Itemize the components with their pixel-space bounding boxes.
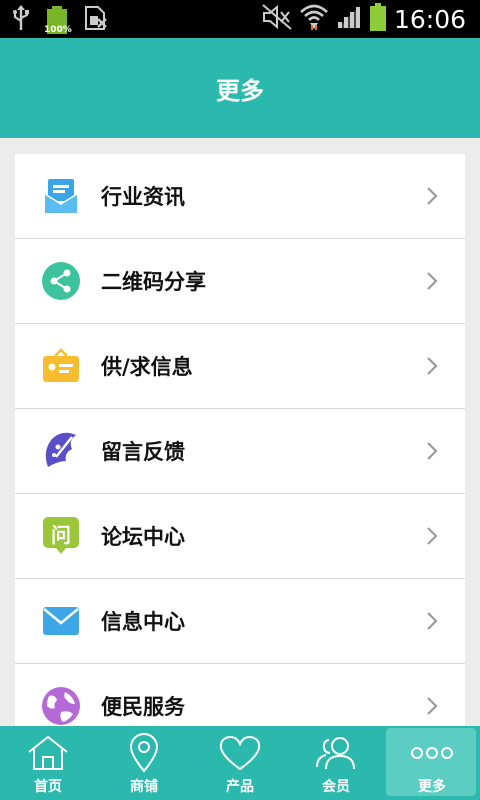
location-pin-icon bbox=[129, 732, 159, 774]
mail-icon bbox=[41, 601, 81, 641]
menu-item-label: 论坛中心 bbox=[101, 525, 185, 549]
bottom-tab-bar: 首页 商铺 产品 会员 更多 bbox=[0, 726, 480, 800]
menu-item-supply-demand[interactable]: 供/求信息 bbox=[15, 324, 465, 409]
menu-item-qr-share[interactable]: 二维码分享 bbox=[15, 239, 465, 324]
sim-card-icon bbox=[84, 5, 108, 35]
tab-members[interactable]: 会员 bbox=[288, 726, 384, 800]
chevron-right-icon bbox=[417, 691, 447, 721]
battery-full-icon: 100% bbox=[44, 6, 72, 35]
battery-percent: 100% bbox=[44, 25, 72, 35]
supply-demand-icon bbox=[41, 346, 81, 386]
tab-label: 产品 bbox=[226, 779, 254, 795]
battery-icon bbox=[369, 3, 386, 35]
chevron-right-icon bbox=[417, 351, 447, 381]
tab-home[interactable]: 首页 bbox=[0, 726, 96, 800]
share-icon bbox=[41, 261, 81, 301]
mute-icon bbox=[262, 4, 292, 34]
globe-icon bbox=[41, 686, 81, 726]
menu-item-public-services[interactable]: 便民服务 bbox=[15, 664, 465, 728]
feedback-icon bbox=[41, 431, 81, 471]
tab-label: 首页 bbox=[34, 779, 62, 795]
chevron-right-icon bbox=[417, 606, 447, 636]
menu-item-label: 行业资讯 bbox=[101, 185, 185, 209]
menu-item-label: 留言反馈 bbox=[101, 440, 185, 464]
menu-item-label: 信息中心 bbox=[101, 610, 185, 634]
tab-label: 商铺 bbox=[130, 779, 158, 795]
menu-item-label: 供/求信息 bbox=[101, 355, 193, 379]
page-title: 更多 bbox=[216, 76, 264, 105]
news-icon bbox=[41, 176, 81, 216]
menu-item-forum[interactable]: 问 论坛中心 bbox=[15, 494, 465, 579]
menu-item-message-center[interactable]: 信息中心 bbox=[15, 579, 465, 664]
members-icon bbox=[314, 732, 358, 774]
tab-label: 会员 bbox=[322, 779, 350, 795]
forum-icon-glyph: 问 bbox=[51, 523, 71, 547]
forum-icon: 问 bbox=[41, 516, 81, 556]
clock: 16:06 bbox=[393, 4, 466, 34]
app-header: 更多 bbox=[0, 38, 480, 138]
chevron-right-icon bbox=[417, 181, 447, 211]
usb-icon bbox=[12, 5, 30, 35]
menu-item-label: 便民服务 bbox=[101, 695, 185, 719]
signal-icon bbox=[336, 4, 362, 34]
more-dots-icon bbox=[410, 732, 454, 774]
menu-item-industry-news[interactable]: 行业资讯 bbox=[15, 154, 465, 239]
home-icon bbox=[27, 732, 69, 774]
menu-item-feedback[interactable]: 留言反馈 bbox=[15, 409, 465, 494]
wifi-icon bbox=[300, 3, 328, 35]
tab-shops[interactable]: 商铺 bbox=[96, 726, 192, 800]
menu-list: 行业资讯 二维码分享 供/求信息 留言反馈 问 论坛中心 信息中心 便民服务 bbox=[15, 154, 465, 728]
chevron-right-icon bbox=[417, 436, 447, 466]
chevron-right-icon bbox=[417, 521, 447, 551]
tab-more[interactable]: 更多 bbox=[384, 726, 480, 800]
chevron-right-icon bbox=[417, 266, 447, 296]
tab-label: 更多 bbox=[418, 779, 446, 795]
menu-item-label: 二维码分享 bbox=[101, 270, 206, 294]
tab-products[interactable]: 产品 bbox=[192, 726, 288, 800]
heart-icon bbox=[219, 732, 261, 774]
status-bar: 100% 16:06 bbox=[0, 0, 480, 38]
